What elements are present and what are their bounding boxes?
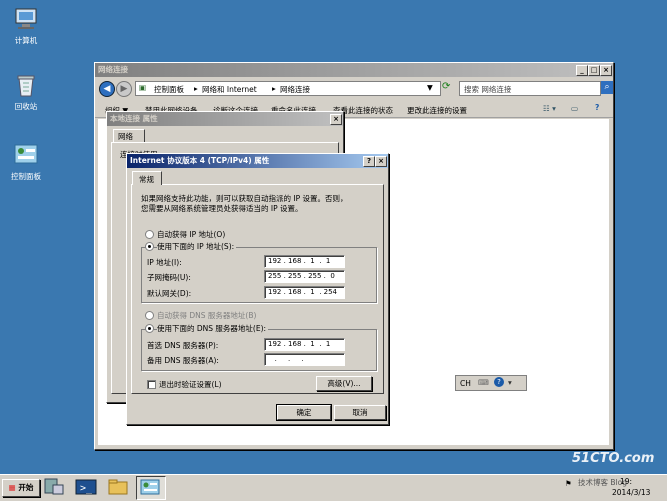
manual-dns-radio[interactable] [145, 324, 154, 333]
breadcrumb-control-panel[interactable]: 控制面板 [154, 84, 184, 95]
svg-text:>_: >_ [80, 483, 93, 494]
preview-pane-icon[interactable]: ▭ [571, 104, 578, 113]
auto-ip-label: 自动获得 IP 地址(O) [157, 230, 226, 239]
clock-date[interactable]: 2014/3/13 [612, 488, 650, 497]
title-bar[interactable]: Internet 协议版本 4 (TCP/IPv4) 属性 ? × [127, 154, 388, 168]
search-placeholder: 搜索 网络连接 [464, 85, 512, 94]
auto-dns-radio[interactable] [145, 311, 154, 320]
description-line-2: 您需要从网络系统管理员处获得适当的 IP 设置。 [141, 204, 303, 213]
taskbar-network-connections[interactable] [136, 476, 166, 500]
refresh-icon[interactable]: ⟳ [442, 81, 454, 94]
clock-time[interactable]: 19: [620, 477, 632, 486]
powershell-icon[interactable]: >_ [74, 477, 98, 497]
help-button[interactable]: ? [363, 156, 375, 167]
dialog-title: Internet 协议版本 4 (TCP/IPv4) 属性 [130, 156, 270, 165]
breadcrumb-network-internet[interactable]: 网络和 Internet [202, 84, 257, 95]
windows-logo-icon: ▦ [8, 483, 16, 492]
change-settings-button[interactable]: 更改此连接的设置 [407, 105, 467, 116]
address-row: ◀ ▶ 控制面板 ▸ 网络和 Internet ▸ 网络连接 ▣ ▼ ⟳ 搜索 … [99, 80, 613, 98]
breadcrumb-separator: ▸ [194, 84, 198, 93]
desktop-icon-label: 回收站 [14, 102, 38, 111]
desktop-icon-control-panel[interactable]: 控制面板 [2, 142, 50, 182]
alternate-dns-field[interactable]: . . . [264, 353, 345, 366]
ip-address-label: IP 地址(I): [147, 258, 182, 267]
breadcrumb[interactable]: 控制面板 ▸ 网络和 Internet ▸ 网络连接 ▣ [135, 81, 441, 96]
close-button[interactable]: × [600, 65, 612, 76]
start-label: 开始 [18, 483, 34, 492]
back-icon[interactable]: ◀ [99, 81, 115, 97]
auto-ip-radio[interactable] [145, 230, 154, 239]
title-bar[interactable]: 本地连接 属性 × [107, 112, 343, 126]
search-input[interactable]: 搜索 网络连接 [459, 81, 601, 96]
cancel-button[interactable]: 取消 [334, 405, 386, 420]
alternate-dns-label: 备用 DNS 服务器(A): [147, 356, 219, 365]
computer-icon [13, 6, 39, 32]
tab-label: 常规 [139, 175, 154, 184]
window-title: 本地连接 属性 [110, 114, 158, 123]
view-options-icon[interactable]: ☷ ▾ [543, 104, 556, 113]
control-panel-icon [140, 479, 160, 495]
subnet-mask-field[interactable]: 255 . 255 . 255 . 0 [264, 270, 345, 283]
ok-button[interactable]: 确定 [276, 404, 332, 421]
language-bar[interactable]: CH ⌨ ? ▾ [455, 375, 527, 391]
help-icon[interactable]: ? [494, 377, 504, 387]
advanced-button[interactable]: 高级(V)... [316, 376, 372, 391]
manual-ip-label: 使用下面的 IP 地址(S): [157, 241, 237, 252]
preferred-dns-field[interactable]: 192 . 168 . 1 . 1 [264, 338, 345, 351]
start-button[interactable]: ▦ 开始 [2, 479, 40, 497]
desktop-icon-computer[interactable]: 计算机 [2, 6, 50, 46]
auto-dns-label: 自动获得 DNS 服务器地址(B) [157, 311, 257, 320]
breadcrumb-separator: ▸ [272, 84, 276, 93]
subnet-mask-label: 子网掩码(U): [147, 273, 191, 282]
recycle-bin-icon [13, 72, 39, 98]
close-button[interactable]: × [330, 114, 342, 125]
manual-ip-radio[interactable] [145, 242, 154, 251]
tab-network[interactable]: 网络 [113, 129, 145, 142]
taskbar: ▦ 开始 >_ ⚑ 技术博客 Blog 19: 2014/3/13 [0, 474, 667, 501]
ip-address-field[interactable]: 192 . 168 . 1 . 1 [264, 255, 345, 268]
server-manager-icon[interactable] [42, 477, 66, 497]
search-icon[interactable]: ⌕ [601, 81, 613, 94]
desktop-icon-label: 控制面板 [11, 172, 41, 181]
explorer-icon[interactable] [106, 477, 130, 497]
language-indicator[interactable]: CH [460, 379, 471, 388]
flag-icon[interactable]: ⚑ [565, 479, 572, 488]
tab-panel: 如果网络支持此功能，则可以获取自动指派的 IP 设置。否则， 您需要从网络系统管… [131, 184, 384, 394]
validate-checkbox[interactable] [147, 380, 156, 389]
control-panel-icon [13, 142, 39, 168]
keyboard-icon[interactable]: ⌨ [478, 378, 489, 387]
desktop-icon-label: 计算机 [14, 36, 38, 45]
help-icon[interactable]: ? [595, 103, 599, 112]
gateway-label: 默认网关(D): [147, 289, 192, 298]
preferred-dns-label: 首选 DNS 服务器(P): [147, 341, 219, 350]
gateway-field[interactable]: 192 . 168 . 1 . 254 [264, 286, 345, 299]
desktop-icon-recycle-bin[interactable]: 回收站 [2, 72, 50, 112]
validate-label: 退出时验证设置(L) [159, 380, 222, 389]
minimize-button[interactable]: _ [576, 65, 588, 76]
breadcrumb-network-connections[interactable]: 网络连接 [280, 84, 310, 95]
tab-general[interactable]: 常规 [132, 171, 162, 185]
maximize-button[interactable]: □ [588, 65, 600, 76]
options-icon[interactable]: ▾ [508, 378, 512, 387]
window-title: 网络连接 [98, 65, 128, 74]
tab-label: 网络 [118, 132, 133, 141]
manual-dns-label: 使用下面的 DNS 服务器地址(E): [157, 323, 269, 334]
forward-icon[interactable]: ▶ [116, 81, 132, 97]
title-bar[interactable]: 网络连接 _ □ × [95, 63, 613, 77]
watermark-site: 51CTO.com [572, 451, 655, 466]
dropdown-arrow-icon[interactable]: ▼ [427, 83, 433, 92]
ipv4-properties-dialog[interactable]: Internet 协议版本 4 (TCP/IPv4) 属性 ? × 常规 如果网… [126, 153, 389, 425]
control-panel-small-icon: ▣ [139, 83, 147, 92]
close-button[interactable]: × [375, 156, 387, 167]
